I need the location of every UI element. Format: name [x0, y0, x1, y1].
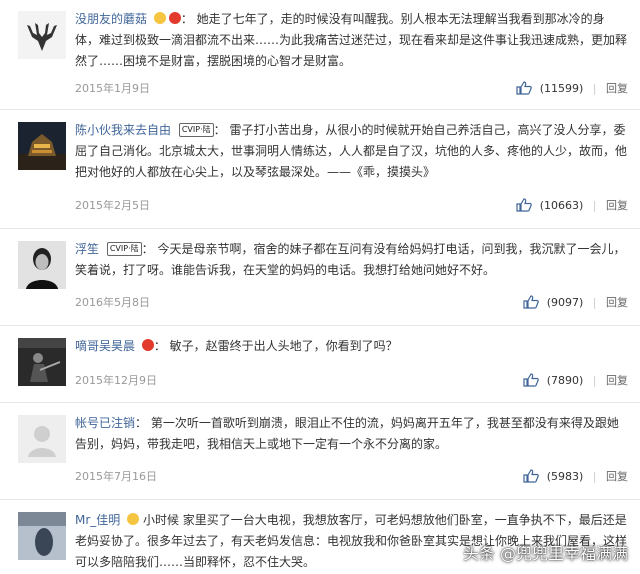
- comment-date: 2015年7月16日: [75, 470, 157, 483]
- like-count: (7890): [546, 374, 584, 387]
- watermark: 头条 @兜兜里幸福满满: [462, 544, 628, 563]
- username[interactable]: Mr_佳明: [75, 513, 120, 527]
- vip-badge: CVIP·陆: [178, 123, 214, 137]
- divider: |: [592, 199, 597, 212]
- comment-item: 帐号已注销： 第一次听一首歌听到崩溃，眼泪止不住的流，妈妈离开五年了，我甚至都没…: [0, 404, 640, 500]
- like-count: (11599): [539, 82, 584, 95]
- avatar-blurry-figure[interactable]: [18, 512, 66, 560]
- comment-text: 今天是母亲节啊，宿舍的妹子都在互问有没有给妈妈打电话，问到我，我沉默了一会儿，笑…: [75, 242, 626, 277]
- reply-button[interactable]: 回复: [606, 82, 628, 95]
- reply-button[interactable]: 回复: [606, 470, 628, 483]
- username[interactable]: 浮笙: [75, 242, 99, 256]
- vip-badge: CVIP·陆: [106, 242, 142, 256]
- divider: |: [592, 296, 597, 309]
- divider: |: [592, 82, 597, 95]
- avatar-deer[interactable]: [18, 11, 66, 59]
- thumbs-up-icon[interactable]: [523, 373, 539, 387]
- avatar-guitarist[interactable]: [18, 338, 66, 386]
- avatar-default[interactable]: [18, 415, 66, 463]
- reply-button[interactable]: 回复: [606, 296, 628, 309]
- avatar-portrait[interactable]: [18, 241, 66, 289]
- comment-item: 嘀哥吴昊晨 ： 敏子，赵雷终于出人头地了，你看到了吗？ 2015年12月9日 (…: [0, 327, 640, 403]
- like-count: (10663): [539, 199, 584, 212]
- divider: |: [592, 374, 597, 387]
- like-count: (9097): [546, 296, 584, 309]
- username[interactable]: 陈小伙我来去自由: [75, 123, 171, 137]
- emoji-icon: [127, 513, 140, 525]
- comment-text: 敏子，赵雷终于出人头地了，你看到了吗？: [169, 339, 398, 353]
- emoji-icon: [168, 12, 181, 24]
- emoji-icon: [153, 12, 166, 24]
- comment-item: 陈小伙我来去自由 CVIP·陆： 雷子打小苦出身，从很小的时候就开始自己养活自己…: [0, 111, 640, 229]
- thumbs-up-icon[interactable]: [516, 81, 532, 95]
- thumbs-up-icon[interactable]: [523, 295, 539, 309]
- comment-date: 2016年5月8日: [75, 296, 150, 309]
- emoji-icon: [141, 339, 154, 351]
- comment-date: 2015年2月5日: [75, 199, 150, 212]
- comment-date: 2015年12月9日: [75, 374, 157, 387]
- username[interactable]: 没朋友的蘑菇: [75, 12, 147, 26]
- divider: |: [592, 470, 597, 483]
- username[interactable]: 帐号已注销: [75, 416, 135, 430]
- reply-button[interactable]: 回复: [606, 374, 628, 387]
- thumbs-up-icon[interactable]: [516, 198, 532, 212]
- comment-text: 第一次听一首歌听到崩溃，眼泪止不住的流，妈妈离开五年了，我甚至都没有来得及跟她告…: [75, 416, 619, 451]
- comment-date: 2015年1月9日: [75, 82, 150, 95]
- like-count: (5983): [546, 470, 584, 483]
- thumbs-up-icon[interactable]: [523, 469, 539, 483]
- avatar-night-tower[interactable]: [18, 122, 66, 170]
- reply-button[interactable]: 回复: [606, 199, 628, 212]
- username[interactable]: 嘀哥吴昊晨: [75, 339, 135, 353]
- comment-item: 浮笙 CVIP·陆： 今天是母亲节啊，宿舍的妹子都在互问有没有给妈妈打电话，问到…: [0, 230, 640, 326]
- comment-item: 没朋友的蘑菇 ： 她走了七年了，走的时候没有叫醒我。别人根本无法理解当我看到那冰…: [0, 0, 640, 110]
